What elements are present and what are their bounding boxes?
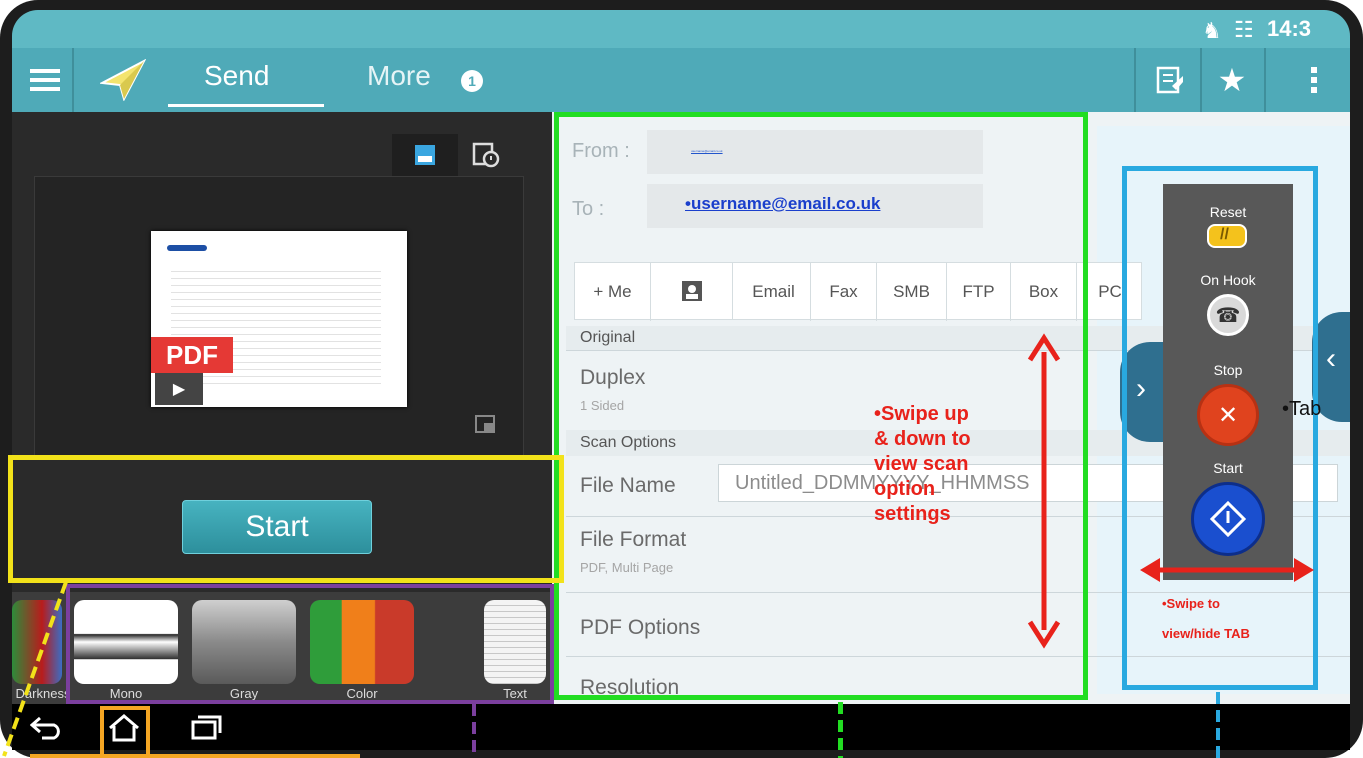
- vertical-swipe-arrow: [1027, 333, 1061, 649]
- scan-preview: PDF ▶: [34, 176, 524, 460]
- play-button[interactable]: ▶: [155, 373, 203, 405]
- swipe-tab-annotation-2: view/hide TAB: [1162, 626, 1250, 641]
- callout-connector: [838, 702, 843, 758]
- divider: [1134, 48, 1136, 112]
- divider: [1200, 48, 1202, 112]
- action-bar: Send More 1 ★: [12, 48, 1350, 112]
- side-panel-highlight: [1122, 166, 1318, 690]
- callout-connector: [1216, 692, 1220, 758]
- overflow-menu-button[interactable]: [1302, 62, 1326, 98]
- hamburger-icon: [30, 69, 60, 91]
- schedule-icon: [472, 142, 500, 168]
- tab-send-underline: [168, 104, 324, 107]
- more-badge: 1: [461, 70, 483, 92]
- favorite-button[interactable]: ★: [1212, 60, 1252, 100]
- horizontal-swipe-arrow: [1140, 558, 1314, 582]
- more-vert-icon: [1311, 67, 1317, 93]
- swipe-tab-annotation-1: •Swipe to: [1162, 596, 1220, 611]
- annotation-line: & down to: [874, 428, 971, 450]
- image-view-icon: [415, 145, 435, 165]
- swipe-updown-annotation: •Swipe up & down to view scan option set…: [874, 402, 971, 527]
- play-icon: ▶: [172, 381, 186, 398]
- user-icon: ♞: [1202, 18, 1222, 43]
- annotation-line: •Swipe up: [874, 403, 969, 425]
- schedule-view-button[interactable]: [472, 142, 500, 173]
- network-icon: ☷: [1234, 17, 1254, 42]
- edit-button[interactable]: [1150, 62, 1190, 98]
- paper-plane-icon: [100, 59, 146, 101]
- star-icon: ★: [1217, 62, 1247, 98]
- annotation-line: view scan: [874, 453, 969, 475]
- tab-annotation: •Tab: [1282, 398, 1322, 420]
- scan-options-highlight: [554, 112, 1088, 700]
- annotation-line: settings: [874, 503, 951, 525]
- tab-more[interactable]: More: [367, 60, 431, 92]
- navigation-bar: [12, 704, 1350, 750]
- divider: [72, 48, 74, 112]
- send-app-icon: [98, 58, 148, 102]
- start-area-highlight: [8, 455, 564, 583]
- tab-send[interactable]: Send: [204, 60, 269, 92]
- status-time: 14:3: [1267, 16, 1312, 41]
- callout-connector: [472, 704, 476, 758]
- divider: [1264, 48, 1266, 112]
- recent-apps-icon[interactable]: [190, 714, 222, 740]
- home-callout-line: [30, 754, 360, 758]
- pdf-badge: PDF: [151, 337, 233, 373]
- view-toggle-active[interactable]: [392, 134, 458, 176]
- menu-button[interactable]: [28, 64, 62, 96]
- annotation-line: option: [874, 478, 936, 500]
- fullscreen-icon[interactable]: [475, 415, 495, 433]
- home-highlight: [100, 706, 150, 758]
- logo: [167, 245, 207, 251]
- status-bar: ♞ ☷ 14:3: [12, 10, 1350, 48]
- edit-icon: [1156, 66, 1183, 94]
- chevron-left-icon: ‹: [1326, 342, 1336, 375]
- callout-connector: [2, 581, 68, 757]
- color-mode-highlight: [66, 584, 554, 704]
